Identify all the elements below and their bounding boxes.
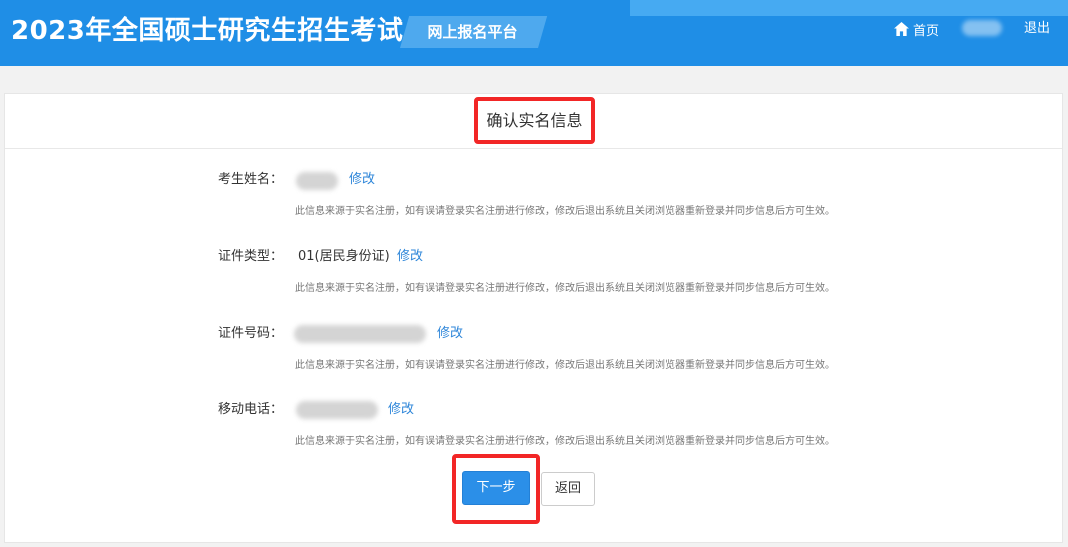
header-accent-strip	[630, 0, 1068, 16]
home-icon	[894, 22, 909, 36]
field-value-name-redacted	[296, 172, 338, 190]
edit-mobile-link[interactable]: 修改	[388, 400, 414, 420]
logout-link[interactable]: 退出	[1024, 19, 1050, 39]
field-label-id-number: 证件号码：	[218, 326, 284, 341]
field-value-mobile-redacted	[296, 401, 378, 419]
platform-tag: 网上报名平台	[427, 23, 518, 41]
edit-id-type-link[interactable]: 修改	[397, 247, 423, 267]
field-hint-mobile: 此信息来源于实名注册，如有误请登录实名注册进行修改，修改后退出系统且关闭浏览器重…	[295, 436, 835, 447]
field-value-id-type: 01(居民身份证)	[298, 249, 390, 264]
field-label-name: 考生姓名：	[218, 172, 284, 187]
field-hint-id-number: 此信息来源于实名注册，如有误请登录实名注册进行修改，修改后退出系统且关闭浏览器重…	[295, 360, 835, 371]
nav-home-link[interactable]: 首页	[894, 19, 939, 39]
back-button[interactable]: 返回	[541, 472, 595, 506]
field-label-id-type: 证件类型：	[218, 249, 284, 264]
card-header: 确认实名信息	[5, 94, 1062, 149]
edit-id-number-link[interactable]: 修改	[437, 324, 463, 344]
field-hint-id-type: 此信息来源于实名注册，如有误请登录实名注册进行修改，修改后退出系统且关闭浏览器重…	[295, 283, 835, 294]
field-hint-name: 此信息来源于实名注册，如有误请登录实名注册进行修改，修改后退出系统且关闭浏览器重…	[295, 206, 835, 217]
field-value-id-number-redacted	[294, 325, 426, 343]
user-name-redacted	[962, 20, 1002, 36]
top-header: 2023年全国硕士研究生招生考试 网上报名平台 首页 退出	[0, 0, 1068, 66]
site-title: 2023年全国硕士研究生招生考试	[11, 16, 404, 46]
card-title: 确认实名信息	[474, 97, 595, 144]
nav-home-label: 首页	[913, 23, 940, 39]
field-label-mobile: 移动电话：	[218, 402, 284, 417]
next-step-button[interactable]: 下一步	[462, 471, 530, 505]
edit-name-link[interactable]: 修改	[349, 170, 375, 190]
